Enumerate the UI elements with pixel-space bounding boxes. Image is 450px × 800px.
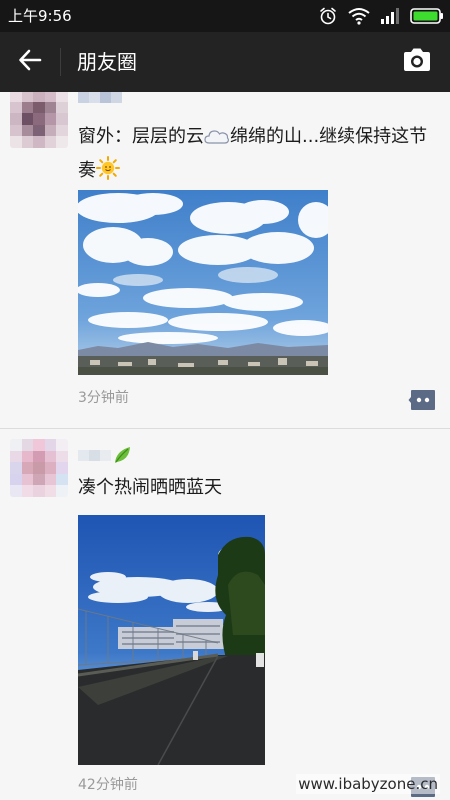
camera-icon [402,47,432,77]
post-photo[interactable] [78,190,328,375]
post-time: 42分钟前 [78,777,138,793]
back-arrow-icon [18,49,42,75]
moments-feed[interactable]: 窗外：层层的云 绵绵的山...继续保持这节奏 3分钟前 凑个热闹晒晒蓝天 42分… [0,92,450,800]
status-time: 上午9:56 [8,7,72,25]
back-button[interactable] [12,46,48,78]
moment-post: 凑个热闹晒晒蓝天 42分钟前 [0,429,450,800]
title-bar: 朋友圈 [0,32,450,92]
leaf-emoji [113,445,133,465]
moment-post: 窗外：层层的云 绵绵的山...继续保持这节奏 3分钟前 [0,92,450,428]
camera-button[interactable] [400,46,434,78]
comment-icon [408,390,436,415]
status-bar: 上午9:56 [0,0,450,32]
nickname[interactable] [78,443,133,467]
battery-icon [410,7,444,25]
sun-emoji [96,156,120,190]
page-title: 朋友圈 [77,50,137,74]
avatar[interactable] [10,439,68,497]
post-time: 3分钟前 [78,390,129,406]
status-icons [318,5,444,27]
signal-icon [380,7,400,25]
alarm-icon [318,6,338,26]
post-text: 窗外：层层的云 绵绵的山...继续保持这节奏 [78,122,438,190]
nickname[interactable] [78,92,122,116]
post-text-part: 窗外：层层的云 [78,126,204,147]
title-divider [60,48,61,76]
comment-button[interactable] [408,389,436,411]
avatar[interactable] [10,92,68,148]
watermark: www.ibabyzone.cn [296,774,440,794]
wifi-icon [348,7,370,25]
cloud-emoji [204,126,230,156]
post-text: 凑个热闹晒晒蓝天 [78,477,222,498]
post-photo[interactable] [78,515,265,765]
